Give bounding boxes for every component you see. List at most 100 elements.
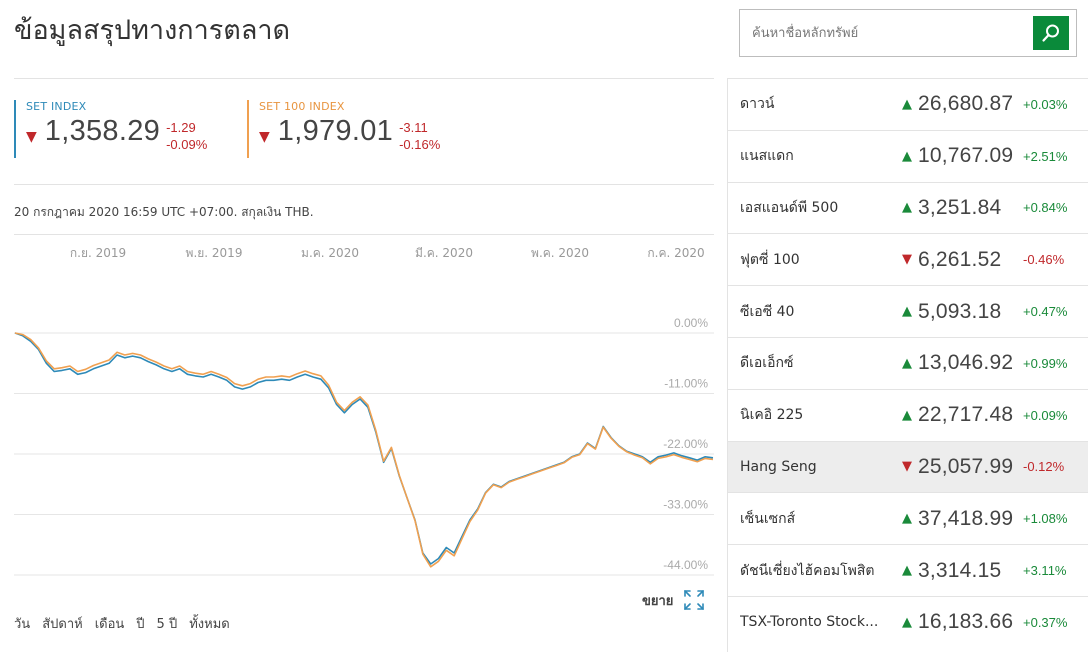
expand-label: ขยาย: [642, 593, 674, 609]
market-row[interactable]: ดัชนีเซี่ยงไฮ้คอมโพสิต ▲ 3,314.15 +3.11%: [728, 544, 1088, 596]
y-tick-label: -11.00%: [664, 377, 708, 391]
market-row[interactable]: Hang Seng ▼ 25,057.99 -0.12%: [728, 440, 1088, 493]
market-value: 5,093.18: [918, 299, 1002, 323]
down-triangle-icon: ▼: [26, 129, 37, 145]
market-value: 6,261.52: [918, 247, 1002, 271]
up-triangle-icon: ▲: [902, 148, 912, 164]
up-triangle-icon: ▲: [902, 407, 912, 423]
expand-arrows-icon: [684, 590, 705, 610]
chart-timestamp: 20 กรกฎาคม 2020 16:59 UTC +07:00. สกุลเง…: [14, 205, 314, 219]
series-line-set100-index: [14, 332, 714, 568]
market-value: 13,046.92: [918, 351, 1014, 375]
up-triangle-icon: ▲: [902, 200, 912, 216]
range-all[interactable]: ทั้งหมด: [189, 613, 230, 634]
market-name: เอสแอนด์พี 500: [740, 199, 839, 216]
market-value: 3,314.15: [918, 558, 1002, 582]
range-week[interactable]: สัปดาห์: [42, 613, 83, 634]
market-row[interactable]: เอสแอนด์พี 500 ▲ 3,251.84 +0.84%: [728, 181, 1088, 234]
x-tick-label: ม.ค. 2020: [301, 246, 359, 260]
market-name: ซีเอซี 40: [740, 303, 795, 320]
search-button[interactable]: [1033, 16, 1069, 50]
market-row[interactable]: ฟุตซี่ 100 ▼ 6,261.52 -0.46%: [728, 233, 1088, 285]
x-tick-label: มี.ค. 2020: [415, 246, 473, 260]
x-axis: ก.ย. 2019 พ.ย. 2019 ม.ค. 2020 มี.ค. 2020…: [14, 244, 714, 264]
market-row[interactable]: ซีเอซี 40 ▲ 5,093.18 +0.47%: [728, 285, 1088, 337]
x-tick-label: ก.ย. 2019: [69, 246, 127, 260]
down-triangle-icon: ▼: [902, 459, 912, 475]
market-change-pct: -0.12%: [1023, 459, 1065, 475]
market-name: ดัชนีเซี่ยงไฮ้คอมโพสิต: [740, 562, 875, 579]
range-day[interactable]: วัน: [14, 613, 30, 634]
x-tick-label: พ.ย. 2019: [185, 246, 243, 260]
search-input[interactable]: [740, 10, 1030, 56]
market-change-pct: +0.84%: [1023, 200, 1068, 216]
divider: [14, 78, 714, 79]
y-tick-label: -22.00%: [663, 437, 708, 451]
up-triangle-icon: ▲: [902, 96, 912, 112]
set-index-label: SET INDEX: [26, 100, 87, 113]
down-triangle-icon: ▼: [259, 129, 270, 145]
market-name: ฟุตซี่ 100: [740, 251, 800, 268]
set100-index-block[interactable]: SET 100 INDEX ▼ 1,979.01 -3.11 -0.16%: [247, 100, 440, 158]
set-index-value: 1,358.29: [44, 115, 161, 147]
up-triangle-icon: ▲: [902, 355, 912, 371]
market-name: นิเคอิ 225: [740, 407, 804, 424]
range-5-year[interactable]: 5 ปี: [157, 613, 178, 634]
market-name: Hang Seng: [740, 458, 817, 475]
y-tick-label: 0.00%: [674, 316, 708, 330]
market-change-pct: +3.11%: [1023, 563, 1067, 579]
market-row[interactable]: TSX-Toronto Stock... ▲ 16,183.66 +0.37%: [728, 595, 1088, 648]
market-row[interactable]: นิเคอิ 225 ▲ 22,717.48 +0.09%: [728, 388, 1088, 441]
market-change-pct: +2.51%: [1023, 148, 1068, 164]
market-row[interactable]: ดาวน์ ▲ 26,680.87 +0.03%: [728, 78, 1088, 130]
set-index-change-pct: -0.09%: [166, 137, 208, 152]
set100-index-value: 1,979.01: [277, 115, 394, 147]
market-change-pct: +0.99%: [1023, 355, 1068, 371]
set-index-change: -1.29: [166, 120, 196, 135]
market-line-chart[interactable]: 0.00% -11.00% -22.00% -33.00% -44.00%: [14, 300, 714, 582]
market-value: 3,251.84: [918, 195, 1002, 219]
y-tick-label: -33.00%: [663, 498, 708, 512]
market-name: ดีเอเอ็กซ์: [740, 355, 794, 372]
market-value: 22,717.48: [918, 403, 1014, 427]
market-change-pct: +0.47%: [1023, 304, 1068, 320]
market-value: 10,767.09: [918, 144, 1014, 168]
market-value: 26,680.87: [918, 92, 1014, 116]
market-name: แนสแดก: [740, 148, 794, 165]
market-name: ดาวน์: [740, 96, 775, 113]
market-value: 16,183.66: [918, 610, 1014, 634]
expand-chart-button[interactable]: ขยาย: [642, 589, 705, 611]
market-name: เซ็นเซกส์: [740, 510, 796, 527]
x-tick-label: ก.ค. 2020: [647, 246, 705, 260]
up-triangle-icon: ▲: [902, 511, 912, 527]
series-line-set-index: [14, 332, 714, 565]
market-row[interactable]: เซ็นเซกส์ ▲ 37,418.99 +1.08%: [728, 492, 1088, 544]
time-range-selector: วัน สัปดาห์ เดือน ปี 5 ปี ทั้งหมด: [14, 613, 242, 634]
set100-index-change: -3.11: [399, 120, 428, 135]
market-change-pct: +0.09%: [1023, 407, 1068, 423]
range-month[interactable]: เดือน: [95, 613, 125, 634]
divider: [14, 184, 714, 185]
divider: [14, 234, 714, 235]
x-tick-label: พ.ค. 2020: [531, 246, 589, 260]
market-change-pct: +1.08%: [1023, 511, 1068, 527]
market-value: 37,418.99: [918, 506, 1014, 530]
search-icon: [1042, 24, 1059, 42]
set100-index-label: SET 100 INDEX: [259, 100, 345, 113]
y-tick-label: -44.00%: [663, 558, 708, 572]
market-row[interactable]: ดีเอเอ็กซ์ ▲ 13,046.92 +0.99%: [728, 336, 1088, 389]
set100-index-change-pct: -0.16%: [399, 137, 441, 152]
down-triangle-icon: ▼: [902, 252, 912, 268]
market-change-pct: +0.37%: [1023, 614, 1068, 630]
range-year[interactable]: ปี: [136, 613, 144, 634]
page-title: ข้อมูลสรุปทางการตลาด: [14, 15, 291, 46]
market-change-pct: +0.03%: [1023, 96, 1068, 112]
up-triangle-icon: ▲: [902, 563, 912, 579]
set-index-block[interactable]: SET INDEX ▼ 1,358.29 -1.29 -0.09%: [14, 100, 207, 158]
world-markets-list: ดาวน์ ▲ 26,680.87 +0.03% แนสแดก ▲ 10,767.09 +2.…: [728, 78, 1088, 648]
market-change-pct: -0.46%: [1023, 252, 1065, 268]
market-value: 25,057.99: [918, 454, 1014, 478]
security-search: [739, 9, 1077, 57]
market-row[interactable]: แนสแดก ▲ 10,767.09 +2.51%: [728, 129, 1088, 182]
up-triangle-icon: ▲: [902, 614, 912, 630]
